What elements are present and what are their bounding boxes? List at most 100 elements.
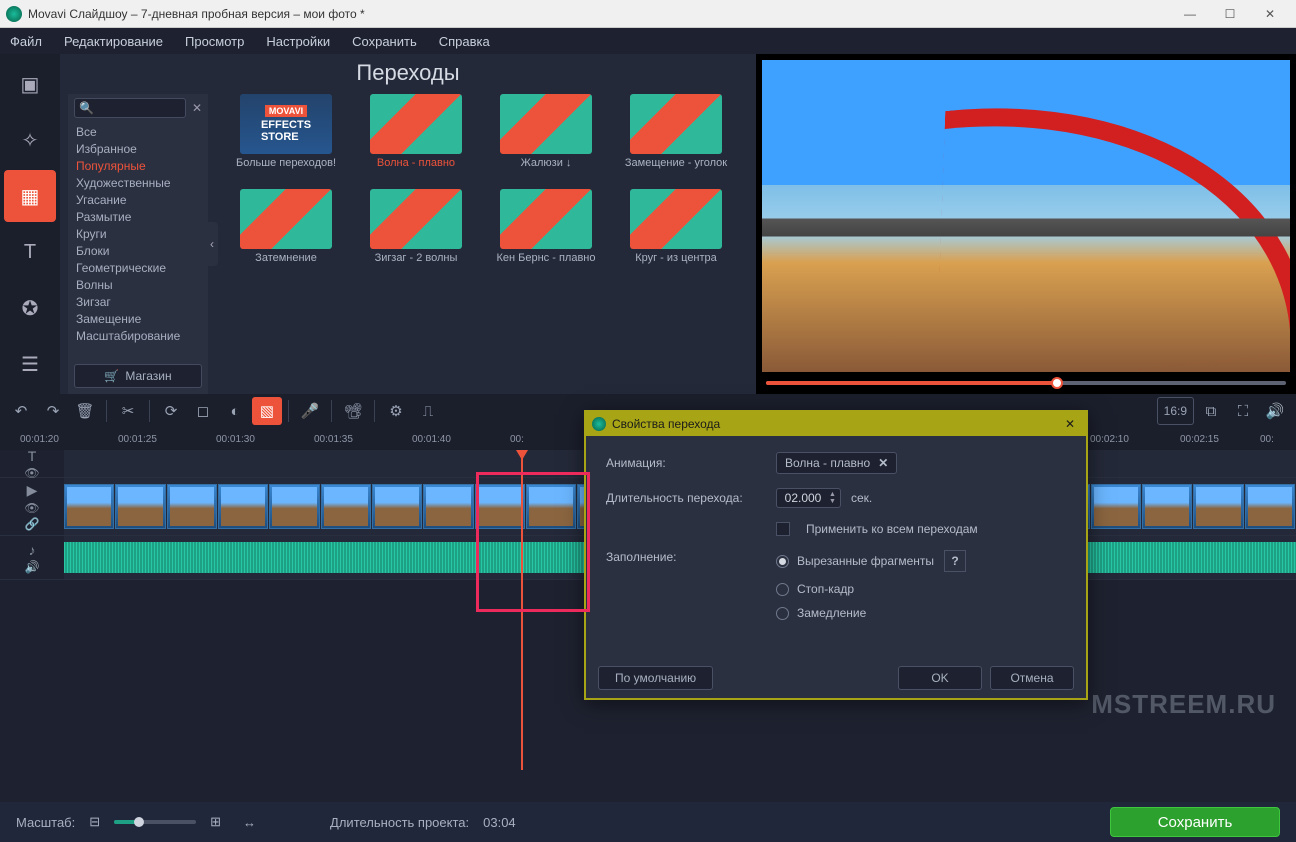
category-item[interactable]: Размытие [76, 209, 200, 226]
collapse-icon[interactable]: ‹ [206, 222, 218, 266]
effects-icon[interactable]: ✧ [4, 114, 56, 166]
stickers-icon[interactable]: ✪ [4, 282, 56, 334]
transition-wizard-icon[interactable]: ▧ [252, 397, 282, 425]
dialog-titlebar[interactable]: Свойства перехода ✕ [586, 412, 1086, 436]
duration-label: Длительность проекта: [330, 815, 469, 830]
mic-icon[interactable]: 🎤 [295, 397, 325, 425]
app-logo-icon [6, 6, 22, 22]
video-clip[interactable] [1245, 484, 1295, 529]
titlebar: Movavi Слайдшоу – 7-дневная пробная верс… [0, 0, 1296, 28]
category-item[interactable]: Зигзаг [76, 294, 200, 311]
preview-scrubber[interactable] [756, 372, 1296, 394]
menu-Просмотр[interactable]: Просмотр [185, 34, 244, 49]
aspect-button[interactable]: 16:9 [1157, 397, 1194, 425]
video-clip[interactable] [475, 484, 525, 529]
zoom-in-icon[interactable]: ⊞ [210, 814, 221, 830]
radio-slow[interactable] [776, 607, 789, 620]
video-clip[interactable] [64, 484, 114, 529]
radio-trimmed[interactable] [776, 555, 789, 568]
delete-icon[interactable]: 🗑 [70, 397, 100, 425]
preview-viewport[interactable] [762, 60, 1290, 372]
search-input[interactable]: 🔍 [74, 98, 186, 118]
shop-button[interactable]: 🛒 Магазин [74, 364, 202, 388]
video-clip[interactable] [526, 484, 576, 529]
cancel-button[interactable]: Отмена [990, 666, 1074, 690]
category-item[interactable]: Художественные [76, 175, 200, 192]
transitions-icon[interactable]: ▦ [4, 170, 56, 222]
transition-label: Кен Бернс - плавно [497, 252, 596, 278]
transition-item[interactable]: Замещение - уголок [618, 94, 734, 183]
category-item[interactable]: Популярные [76, 158, 200, 175]
menu-Редактирование[interactable]: Редактирование [64, 34, 163, 49]
playhead[interactable] [521, 450, 523, 770]
zoom-out-icon[interactable]: ⊟ [89, 814, 100, 830]
close-button[interactable]: ✕ [1250, 1, 1290, 27]
menu-Сохранить[interactable]: Сохранить [352, 34, 417, 49]
video-clip[interactable] [321, 484, 371, 529]
transition-label: Затемнение [255, 252, 317, 278]
category-item[interactable]: Все [76, 124, 200, 141]
duration-input[interactable] [781, 491, 825, 505]
video-clip[interactable] [1091, 484, 1141, 529]
category-item[interactable]: Масштабирование [76, 328, 200, 345]
transition-item[interactable]: Зигзаг - 2 волны [358, 189, 474, 278]
fullscreen-icon[interactable]: ⛶ [1228, 397, 1258, 425]
undo-icon[interactable]: ↶ [6, 397, 36, 425]
category-item[interactable]: Волны [76, 277, 200, 294]
clear-animation-icon[interactable]: ✕ [878, 456, 888, 470]
video-clip[interactable] [167, 484, 217, 529]
menu-Справка[interactable]: Справка [439, 34, 490, 49]
video-clip[interactable] [1193, 484, 1243, 529]
category-item[interactable]: Угасание [76, 192, 200, 209]
settings-icon[interactable]: ⚙ [381, 397, 411, 425]
equalizer-icon[interactable]: ⎍ [413, 397, 443, 425]
category-item[interactable]: Замещение [76, 311, 200, 328]
category-item[interactable]: Блоки [76, 243, 200, 260]
more-icon[interactable]: ☰ [4, 338, 56, 390]
defaults-button[interactable]: По умолчанию [598, 666, 713, 690]
transition-item[interactable]: Затемнение [228, 189, 344, 278]
video-clip[interactable] [1142, 484, 1192, 529]
zoom-slider[interactable] [114, 820, 196, 824]
volume-icon[interactable]: 🔊 [1260, 397, 1290, 425]
ok-button[interactable]: OK [898, 666, 982, 690]
video-clip[interactable] [115, 484, 165, 529]
category-item[interactable]: Круги [76, 226, 200, 243]
cut-icon[interactable]: ✂ [113, 397, 143, 425]
menu-Настройки[interactable]: Настройки [266, 34, 330, 49]
apply-all-checkbox[interactable] [776, 522, 790, 536]
duration-stepper[interactable]: ▲▼ [776, 488, 841, 508]
menu-Файл[interactable]: Файл [10, 34, 42, 49]
fit-icon[interactable]: ↔ [243, 815, 256, 830]
media-icon[interactable]: ▣ [4, 58, 56, 110]
popout-icon[interactable]: ⧉ [1196, 397, 1226, 425]
video-clip[interactable] [269, 484, 319, 529]
crop-icon[interactable]: ◻ [188, 397, 218, 425]
category-item[interactable]: Избранное [76, 141, 200, 158]
save-button[interactable]: Сохранить [1110, 807, 1280, 837]
clear-search-icon[interactable]: ✕ [192, 101, 202, 115]
rotate-icon[interactable]: ⟳ [156, 397, 186, 425]
duration-value: 03:04 [483, 815, 516, 830]
video-clip[interactable] [218, 484, 268, 529]
transition-item[interactable]: Жалюзи ↓ [488, 94, 604, 183]
transition-properties-dialog: Свойства перехода ✕ Анимация: Волна - пл… [584, 410, 1088, 700]
clip-props-icon[interactable]: 📽 [338, 397, 368, 425]
dialog-close-icon[interactable]: ✕ [1060, 417, 1080, 431]
redo-icon[interactable]: ↷ [38, 397, 68, 425]
transition-item[interactable]: MOVAVIEFFECTSSTOREБольше переходов! [228, 94, 344, 183]
transition-label: Больше переходов! [236, 157, 336, 183]
minimize-button[interactable]: — [1170, 1, 1210, 27]
video-clip[interactable] [423, 484, 473, 529]
transition-item[interactable]: Кен Бернс - плавно [488, 189, 604, 278]
animation-chip[interactable]: Волна - плавно✕ [776, 452, 897, 474]
category-item[interactable]: Геометрические [76, 260, 200, 277]
transition-item[interactable]: Круг - из центра [618, 189, 734, 278]
transition-item[interactable]: Волна - плавно [358, 94, 474, 183]
text-icon[interactable]: T [4, 226, 56, 278]
color-icon[interactable]: ◐ [220, 397, 250, 425]
radio-freeze[interactable] [776, 583, 789, 596]
video-clip[interactable] [372, 484, 422, 529]
help-icon[interactable]: ? [944, 550, 966, 572]
maximize-button[interactable]: ☐ [1210, 1, 1250, 27]
